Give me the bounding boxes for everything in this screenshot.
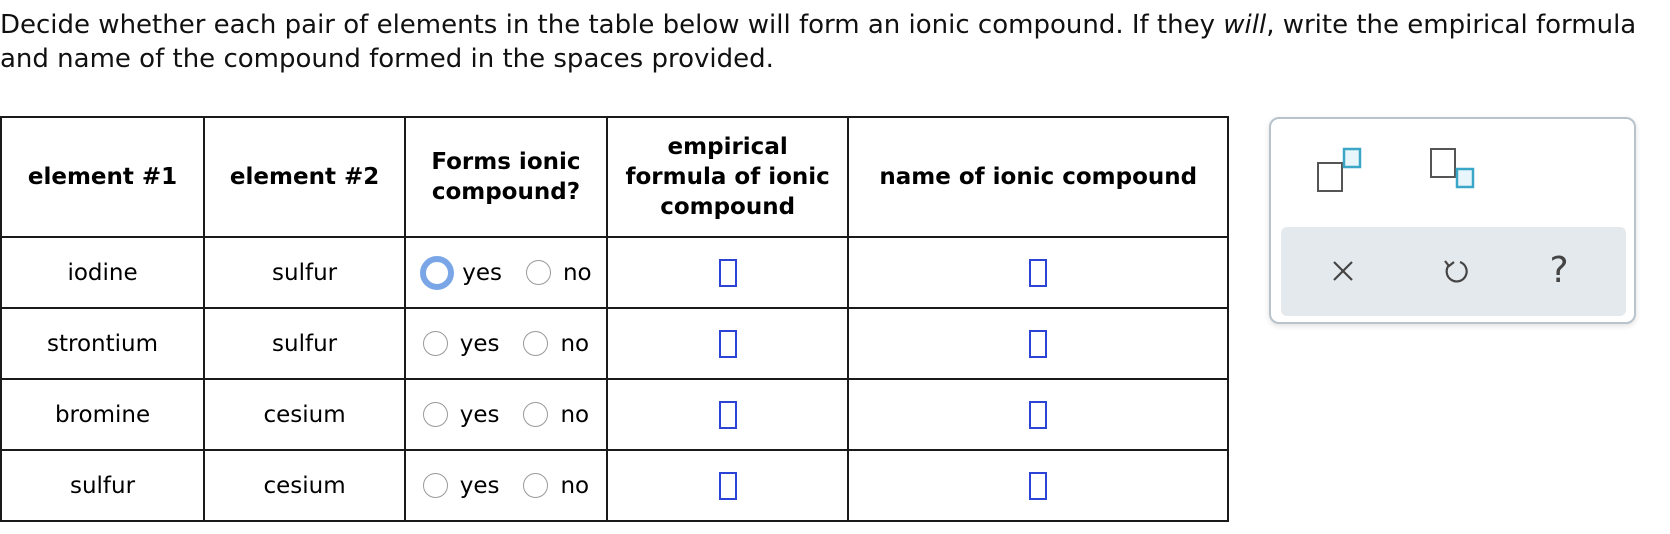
empirical-formula-cell	[605, 307, 850, 380]
no-radio-label: no	[560, 401, 590, 428]
empirical-formula-cell	[605, 236, 850, 309]
subscript-button[interactable]	[1429, 147, 1475, 197]
no-radio-circle[interactable]	[523, 402, 549, 427]
forms-ionic-radio-group: yes no	[406, 473, 606, 499]
table-row: sulfur cesium yes no	[0, 449, 1229, 522]
tool-actions-bar: ?	[1281, 227, 1626, 316]
yes-radio[interactable]: yes	[422, 401, 500, 428]
header-element-2: element #2	[203, 116, 407, 238]
math-tool-panel: ?	[1269, 117, 1636, 324]
forms-ionic-radio-group: yes no	[406, 331, 606, 357]
undo-icon	[1444, 260, 1468, 283]
no-radio[interactable]: no	[523, 402, 589, 428]
compound-name-input[interactable]	[1029, 329, 1048, 358]
no-radio-label: no	[562, 259, 592, 286]
compound-name-cell	[847, 449, 1229, 522]
table-row: strontium sulfur yes no	[0, 307, 1229, 380]
header-element-1: element #1	[0, 116, 206, 238]
no-radio[interactable]: no	[523, 473, 589, 499]
no-radio-circle[interactable]	[525, 260, 551, 285]
superscript-icon	[1317, 147, 1362, 192]
header-forms-ionic-label: Forms ionic compound?	[431, 149, 581, 205]
empirical-formula-cell	[605, 378, 850, 451]
empirical-formula-input[interactable]	[718, 329, 737, 358]
no-radio-circle[interactable]	[523, 331, 549, 356]
superscript-button[interactable]	[1316, 147, 1362, 197]
subscript-icon	[1430, 148, 1475, 189]
header-empirical-formula: empirical formula of ionic compound	[605, 116, 850, 238]
table-header-row: element #1 element #2 Forms ionic compou…	[0, 116, 1229, 238]
header-compound-name: name of ionic compound	[847, 116, 1229, 238]
compound-name-input[interactable]	[1029, 258, 1048, 287]
yes-radio-label: yes	[459, 330, 500, 357]
compound-name-input[interactable]	[1029, 400, 1048, 429]
question-prompt: Decide whether each pair of elements in …	[0, 8, 1665, 76]
compound-name-input[interactable]	[1029, 471, 1048, 500]
yes-radio[interactable]: yes	[422, 472, 500, 499]
forms-ionic-radio-group: yes no	[406, 255, 606, 290]
empirical-formula-input[interactable]	[718, 400, 737, 429]
forms-ionic-radio-group: yes no	[406, 402, 606, 428]
yes-radio-circle[interactable]	[422, 402, 448, 427]
empirical-formula-input[interactable]	[718, 258, 737, 287]
yes-radio[interactable]: yes	[422, 330, 500, 357]
element-2-cell: sulfur	[203, 236, 407, 309]
compound-name-cell	[847, 307, 1229, 380]
no-radio-label: no	[560, 472, 590, 499]
question-text-1: Decide whether each pair of elements in …	[0, 10, 1224, 40]
no-radio-label: no	[560, 330, 590, 357]
element-1-cell: bromine	[0, 378, 206, 451]
element-1-cell: strontium	[0, 307, 206, 380]
table-row: iodine sulfur yes no	[0, 236, 1229, 309]
yes-radio[interactable]: yes	[420, 255, 502, 290]
header-forms-ionic: Forms ionic compound?	[404, 116, 608, 238]
empirical-formula-input[interactable]	[718, 471, 737, 500]
undo-button[interactable]	[1436, 251, 1476, 291]
no-radio-circle[interactable]	[523, 473, 549, 498]
yes-radio-label: yes	[462, 259, 502, 286]
no-radio[interactable]: no	[525, 259, 592, 286]
compound-name-cell	[847, 378, 1229, 451]
clear-icon	[1333, 261, 1353, 281]
question-emphasis: will	[1223, 10, 1267, 40]
element-2-cell: cesium	[203, 449, 407, 522]
forms-ionic-cell: yes no	[404, 236, 608, 309]
compound-name-cell	[847, 236, 1229, 309]
element-2-cell: sulfur	[203, 307, 407, 380]
empirical-formula-cell	[605, 449, 850, 522]
table-row: bromine cesium yes no	[0, 378, 1229, 451]
element-2-cell: cesium	[203, 378, 407, 451]
forms-ionic-cell: yes no	[404, 307, 608, 380]
no-radio[interactable]: no	[523, 331, 589, 357]
yes-radio-label: yes	[459, 472, 500, 499]
yes-radio-circle[interactable]	[420, 255, 455, 290]
forms-ionic-cell: yes no	[404, 449, 608, 522]
ionic-compound-table: element #1 element #2 Forms ionic compou…	[0, 116, 1229, 522]
yes-radio-label: yes	[459, 401, 500, 428]
clear-button[interactable]	[1323, 251, 1363, 291]
element-1-cell: sulfur	[0, 449, 206, 522]
forms-ionic-cell: yes no	[404, 378, 608, 451]
yes-radio-circle[interactable]	[422, 473, 448, 498]
element-1-cell: iodine	[0, 236, 206, 309]
yes-radio-circle[interactable]	[422, 331, 448, 356]
help-icon[interactable]: ?	[1539, 251, 1579, 291]
header-empirical-formula-label: empirical formula of ionic compound	[625, 134, 830, 220]
